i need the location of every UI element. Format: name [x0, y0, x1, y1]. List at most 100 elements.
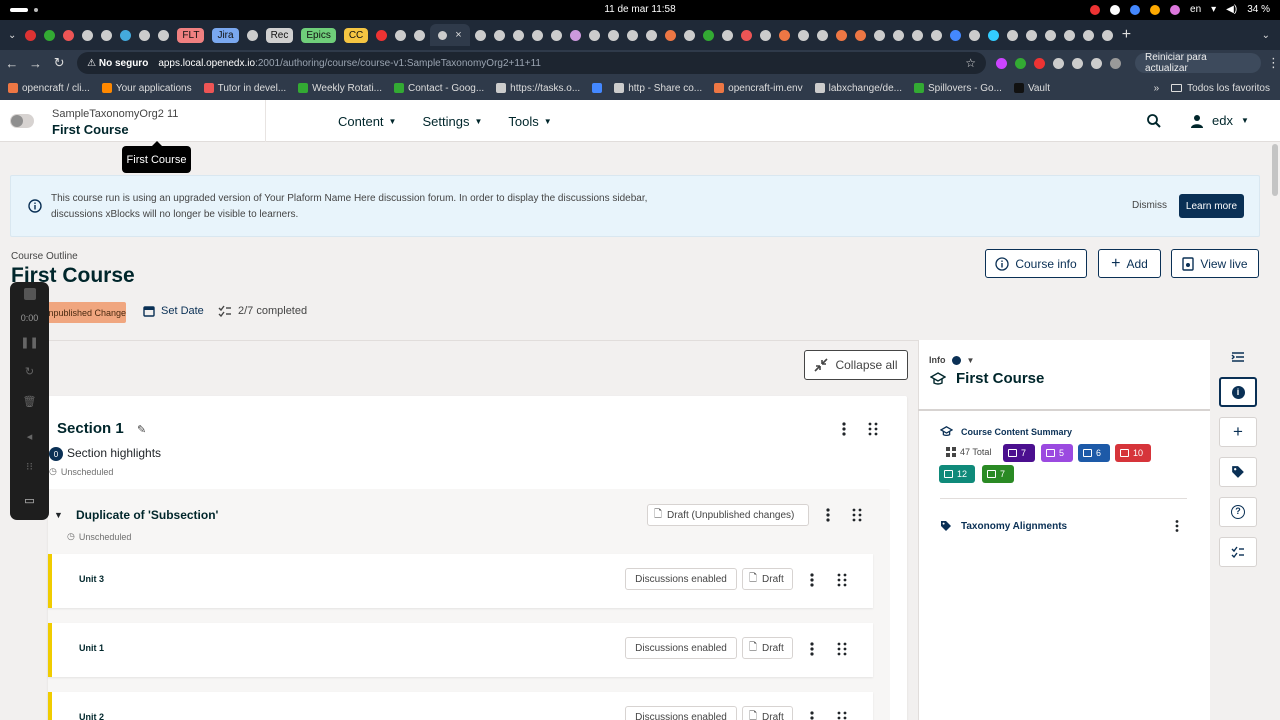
browser-tab[interactable] — [700, 24, 717, 46]
restart-icon[interactable]: ↻ — [10, 365, 49, 378]
add-button[interactable]: + Add — [1098, 249, 1161, 278]
close-tab-icon[interactable]: × — [455, 29, 461, 41]
puzzle-icon[interactable] — [1072, 57, 1084, 69]
browser-tab[interactable] — [662, 24, 679, 46]
extension-icon[interactable] — [996, 57, 1008, 69]
forward-icon[interactable]: → — [24, 56, 48, 71]
bookmark-item[interactable]: http - Share co... — [614, 83, 702, 94]
rail-info-button[interactable]: i — [1219, 377, 1257, 407]
nav-content-menu[interactable]: Content ▼ — [338, 114, 396, 129]
browser-tab[interactable] — [392, 24, 409, 46]
browser-tab[interactable]: FLT — [174, 24, 207, 46]
bookmark-item[interactable]: Contact - Goog... — [394, 83, 484, 94]
browser-tab[interactable] — [529, 24, 546, 46]
browser-tab[interactable] — [852, 24, 869, 46]
browser-tab[interactable] — [1061, 24, 1078, 46]
browser-tab[interactable] — [548, 24, 565, 46]
collapse-sidebar-icon[interactable] — [1231, 351, 1245, 363]
url-field[interactable]: ⚠ No seguro apps.local.openedx.io:2001/a… — [77, 52, 987, 74]
rail-add-button[interactable]: + — [1219, 417, 1257, 447]
bookmark-star-icon[interactable]: ☆ — [965, 56, 976, 70]
browser-tab[interactable] — [98, 24, 115, 46]
section-title[interactable]: Section 1 — [57, 420, 124, 437]
edit-pencil-icon[interactable]: ✎ — [137, 423, 146, 436]
browser-tab[interactable] — [491, 24, 508, 46]
chrome-tray-icon[interactable] — [1150, 4, 1161, 15]
set-date-button[interactable]: Set Date — [143, 305, 204, 317]
sidebar-info-dropdown[interactable]: Info ▼ — [929, 355, 974, 365]
insecure-warning[interactable]: ⚠ No seguro — [87, 58, 148, 69]
browser-tab[interactable] — [510, 24, 527, 46]
scrollbar-thumb[interactable] — [1272, 144, 1278, 196]
profile-avatar[interactable] — [1110, 57, 1122, 69]
browser-tab[interactable] — [909, 24, 926, 46]
extension-icon[interactable] — [1015, 57, 1027, 69]
unit-drag-handle-icon[interactable] — [836, 572, 848, 588]
browser-tab[interactable] — [1080, 24, 1097, 46]
collapse-all-button[interactable]: Collapse all — [804, 350, 908, 380]
unit-title[interactable]: Unit 2 — [79, 712, 104, 720]
browser-tab[interactable] — [738, 24, 755, 46]
update-button[interactable]: Reiniciar para actualizar — [1135, 52, 1261, 74]
subsection-drag-handle-icon[interactable] — [851, 507, 863, 523]
unit-kebab-icon[interactable] — [806, 709, 818, 720]
unit-drag-handle-icon[interactable] — [836, 710, 848, 720]
browser-tab[interactable] — [155, 24, 172, 46]
rail-help-button[interactable]: ? — [1219, 497, 1257, 527]
bookmark-item[interactable]: opencraft / cli... — [8, 83, 90, 94]
unit-drag-handle-icon[interactable] — [836, 641, 848, 657]
browser-tab[interactable] — [719, 24, 736, 46]
browser-tab[interactable]: CC — [341, 24, 371, 46]
rail-tags-button[interactable] — [1219, 457, 1257, 487]
bookmark-item[interactable]: Spillovers - Go... — [914, 83, 1002, 94]
browser-tab[interactable] — [41, 24, 58, 46]
browser-tab[interactable] — [833, 24, 850, 46]
browser-tab[interactable] — [567, 24, 584, 46]
dnd-icon[interactable] — [1110, 4, 1121, 15]
browser-menu-icon[interactable]: ⋮ — [1267, 55, 1280, 71]
new-tab-button[interactable]: + — [1122, 26, 1131, 44]
reload-icon[interactable]: ↻ — [47, 55, 71, 71]
taxonomy-alignments-header[interactable]: Taxonomy Alignments — [940, 520, 1067, 532]
sidepanel-icon[interactable] — [1091, 57, 1103, 69]
back-icon[interactable]: ← — [0, 56, 24, 71]
caret-down-icon[interactable]: ▼ — [54, 510, 63, 520]
volume-icon[interactable]: ◀) — [1226, 4, 1237, 15]
browser-tab[interactable] — [871, 24, 888, 46]
browser-tab[interactable] — [928, 24, 945, 46]
bookmark-item[interactable]: Vault — [1013, 83, 1050, 94]
page-scrollbar[interactable] — [1270, 142, 1280, 720]
tab-search-icon[interactable]: ⌄ — [1262, 30, 1280, 41]
browser-tab[interactable] — [985, 24, 1002, 46]
browser-tab[interactable] — [586, 24, 603, 46]
browser-tab[interactable] — [624, 24, 641, 46]
system-clock[interactable]: 11 de mar 11:58 — [0, 4, 1280, 15]
search-icon[interactable] — [1146, 113, 1162, 129]
browser-tab[interactable] — [776, 24, 793, 46]
more-bookmarks-icon[interactable]: » — [1154, 83, 1160, 94]
bookmark-item[interactable]: https://tasks.o... — [496, 83, 580, 94]
browser-tab[interactable] — [79, 24, 96, 46]
unit-kebab-icon[interactable] — [806, 571, 818, 589]
browser-tab[interactable] — [966, 24, 983, 46]
tab-list-icon[interactable]: ⌄ — [4, 30, 20, 41]
grid-icon[interactable]: ⁝⁝ — [10, 460, 49, 473]
section-kebab-icon[interactable] — [838, 420, 850, 438]
unit-kebab-icon[interactable] — [806, 640, 818, 658]
record-indicator-icon[interactable] — [1090, 4, 1101, 15]
bookmark-item[interactable] — [592, 83, 603, 93]
subsection-kebab-icon[interactable] — [822, 506, 834, 524]
browser-tab[interactable] — [60, 24, 77, 46]
browser-tab[interactable] — [136, 24, 153, 46]
pause-icon[interactable]: ❚❚ — [10, 336, 49, 349]
user-menu[interactable]: edx ▼ — [1190, 113, 1249, 128]
wifi-icon[interactable]: ▾ — [1211, 4, 1216, 15]
browser-tab[interactable] — [244, 24, 261, 46]
bookmark-item[interactable]: Weekly Rotati... — [298, 83, 382, 94]
battery-status[interactable]: 34 % — [1247, 4, 1270, 15]
browser-tab[interactable] — [681, 24, 698, 46]
browser-tab[interactable] — [947, 24, 964, 46]
browser-tab[interactable]: Epics — [298, 24, 338, 46]
browser-tab[interactable] — [643, 24, 660, 46]
learn-more-button[interactable]: Learn more — [1179, 194, 1244, 218]
